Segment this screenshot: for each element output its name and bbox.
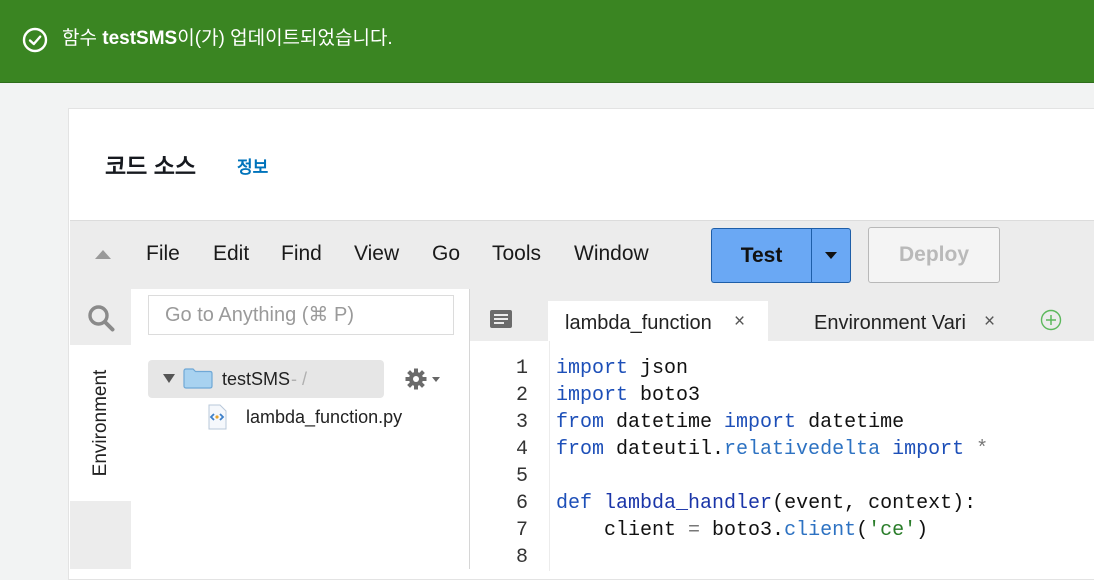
- deploy-button[interactable]: Deploy: [868, 227, 1000, 283]
- code-line: import json: [556, 355, 988, 382]
- ide-menubar: File Edit Find View Go Tools Window Test…: [70, 220, 1094, 290]
- line-number: 3: [515, 411, 528, 434]
- menu-edit[interactable]: Edit: [213, 242, 249, 266]
- code-token: client: [556, 519, 689, 542]
- line-number-gutter: 1 2 3 4 5 6 7 8: [470, 341, 550, 571]
- expand-triangle-icon[interactable]: [163, 374, 175, 383]
- menu-go[interactable]: Go: [432, 242, 460, 266]
- caret-down-icon: [825, 252, 837, 259]
- code-token: ): [916, 519, 929, 542]
- banner-function-name: testSMS: [102, 28, 178, 49]
- code-token: dateutil.: [604, 438, 725, 461]
- search-toggle[interactable]: [70, 289, 131, 346]
- goto-anything-input[interactable]: [148, 295, 454, 335]
- code-token: import: [556, 357, 629, 380]
- environment-tab[interactable]: Environment: [70, 345, 132, 501]
- banner-prefix: 함수: [62, 28, 103, 49]
- tree-root-folder[interactable]: testSMS - /: [148, 360, 384, 398]
- line-number: 5: [515, 465, 528, 488]
- search-icon: [88, 305, 115, 332]
- menu-find[interactable]: Find: [281, 242, 322, 266]
- code-content[interactable]: import json import boto3 from datetime imp…: [556, 355, 988, 571]
- code-token: boto3: [628, 384, 701, 407]
- code-token: from: [556, 411, 605, 434]
- editor-tabs: lambda_function × Environment Vari ×: [470, 289, 1094, 342]
- menu-view[interactable]: View: [354, 242, 399, 266]
- gear-caret-icon[interactable]: [432, 377, 440, 382]
- code-token: def: [556, 492, 593, 515]
- code-editor[interactable]: 12345678 import json import boto3 from dat…: [470, 341, 1094, 571]
- menu-tools[interactable]: Tools: [492, 242, 541, 266]
- info-link[interactable]: 정보: [237, 153, 268, 178]
- code-token: from: [556, 438, 605, 461]
- tab-label: Environment Vari: [814, 312, 966, 334]
- line-number: 6: [515, 492, 528, 515]
- code-token: boto3.: [700, 519, 785, 542]
- line-number: 8: [515, 546, 528, 569]
- root-folder-label: testSMS: [222, 369, 291, 389]
- code-line: from dateutil.relativedelta import *: [556, 436, 988, 463]
- section-title: 코드 소스: [105, 153, 197, 179]
- success-banner: 함수 testSMS이(가) 업데이트되었습니다.: [0, 0, 1094, 83]
- line-number: 7: [515, 519, 528, 542]
- environment-tab-label: Environment: [89, 369, 111, 477]
- line-number: 2: [515, 384, 528, 407]
- test-button[interactable]: Test: [711, 228, 811, 283]
- code-token: =: [688, 519, 701, 542]
- code-token: datetime: [604, 411, 725, 434]
- tree-file-lambda[interactable]: lambda_function.py: [246, 407, 402, 428]
- add-tab-icon[interactable]: [1040, 309, 1062, 331]
- tabs-menu-icon[interactable]: [489, 309, 513, 329]
- code-token: *: [964, 438, 989, 461]
- code-token: client: [784, 519, 857, 542]
- line-number: 4: [515, 438, 528, 461]
- python-file-icon: [208, 404, 227, 430]
- code-line: def lambda_handler(event, context):: [556, 490, 988, 517]
- code-token: import: [724, 411, 797, 434]
- banner-suffix: 이(가) 업데이트되었습니다.: [177, 28, 393, 49]
- code-token: lambda_handler: [604, 492, 773, 515]
- code-line: from datetime import datetime: [556, 409, 988, 436]
- tab-environment-variables[interactable]: Environment Vari ×: [798, 301, 1018, 342]
- tab-close-button[interactable]: ×: [734, 311, 745, 333]
- menu-file[interactable]: File: [146, 242, 180, 266]
- code-token: import: [556, 384, 629, 407]
- check-circle-icon: [22, 27, 48, 53]
- code-token: json: [628, 357, 689, 380]
- code-token: (: [856, 519, 869, 542]
- code-token: import: [892, 438, 965, 461]
- code-line: client = boto3.client('ce'): [556, 517, 988, 544]
- code-token: 'ce': [868, 519, 917, 542]
- collapse-up-icon[interactable]: [95, 250, 111, 259]
- root-folder-path: - /: [291, 369, 307, 389]
- tab-close-button[interactable]: ×: [984, 311, 995, 333]
- test-dropdown-button[interactable]: [811, 228, 851, 283]
- folder-icon: [183, 368, 213, 389]
- file-tree: testSMS - / lambda_function.py: [131, 289, 470, 569]
- ide-side-strip: Environment: [70, 289, 132, 569]
- tab-lambda-function[interactable]: lambda_function ×: [548, 301, 768, 342]
- code-line: import boto3: [556, 382, 988, 409]
- line-number: 1: [515, 357, 528, 380]
- menu-window[interactable]: Window: [574, 242, 649, 266]
- gear-icon[interactable]: [405, 368, 427, 390]
- banner-message: 함수 testSMS이(가) 업데이트되었습니다.: [62, 26, 393, 52]
- tab-label: lambda_function: [565, 312, 712, 334]
- code-token: relativedelta: [724, 438, 881, 461]
- code-token: datetime: [796, 411, 905, 434]
- code-token: (event, context):: [772, 492, 977, 515]
